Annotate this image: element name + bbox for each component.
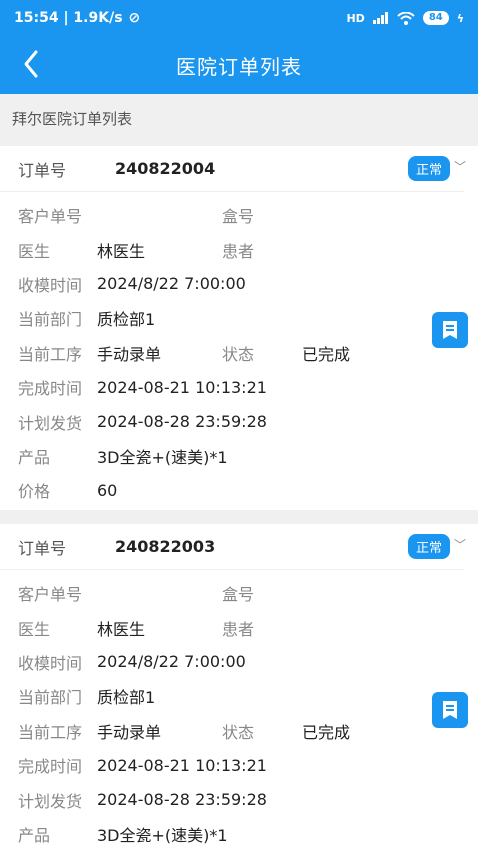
doctor-value: 林医生 [97,619,146,639]
page-title: 医院订单列表 [176,54,302,79]
order-no-label: 订单号 [18,160,67,180]
row-finish-time: 完成时间 2024-08-21 10:13:21 [0,370,478,404]
plan-ship-label: 计划发货 [18,791,83,811]
price-label: 价格 [18,482,51,502]
nav-bar: 医院订单列表 [0,36,478,94]
chevron-down-icon[interactable]: ﹀ [454,536,466,553]
current-process-label: 当前工序 [18,344,83,364]
order-no-value: 240822003 [115,537,216,556]
back-arrow-icon[interactable] [18,48,48,80]
box-no-label: 盒号 [222,207,255,227]
order-header: 订单号 240822004 正常 ﹀ [0,146,466,192]
product-label: 产品 [18,447,51,467]
note-icon [443,701,457,719]
wifi-icon [397,11,415,25]
current-dept-label: 当前部门 [18,310,83,330]
row-customer-box: 客户单号 盒号 [0,576,478,610]
plan-ship-value: 2024-08-28 23:59:28 [97,790,267,810]
finish-time-value: 2024-08-21 10:13:21 [97,755,267,775]
row-price: 价格 60 [0,473,478,507]
row-process-status: 当前工序 手动录单 状态 已完成 [0,714,478,748]
doctor-value: 林医生 [97,241,146,261]
product-value: 3D全瓷+(速美)*1 [97,447,228,467]
order-card[interactable]: 订单号 240822004 正常 ﹀ 客户单号 盒号 医生 林医生 患者 收模时… [0,146,478,510]
row-plan-ship: 计划发货 2024-08-28 23:59:28 [0,782,478,816]
charging-icon: ϟ [456,11,464,25]
row-receive-time: 收模时间 2024/8/22 7:00:00 [0,267,478,301]
row-product: 产品 3D全瓷+(速美)*1 [0,439,478,473]
row-process-status: 当前工序 手动录单 状态 已完成 [0,336,478,370]
status-badge[interactable]: 正常 [407,534,450,559]
row-doctor-patient: 医生 林医生 患者 [0,610,478,644]
alarm-off-icon: ⊘ [128,10,141,26]
price-value: 60 [97,480,118,500]
row-product: 产品 3D全瓷+(速美)*1 [0,817,478,850]
row-doctor-patient: 医生 林医生 患者 [0,232,478,266]
customer-no-label: 客户单号 [18,207,83,227]
battery-indicator: 84 [422,11,449,25]
patient-label: 患者 [222,241,255,261]
current-process-label: 当前工序 [18,722,83,742]
status-value: 已完成 [302,344,351,364]
row-current-dept: 当前部门 质检部1 [0,679,478,713]
product-label: 产品 [18,825,51,845]
status-label: 状态 [222,722,255,742]
order-header: 订单号 240822003 正常 ﹀ [0,524,466,570]
finish-time-value: 2024-08-21 10:13:21 [97,377,267,397]
status-value: 已完成 [302,722,351,742]
status-badge[interactable]: 正常 [407,156,450,181]
status-bar: 15:54 | 1.9K/s ⊘ HD 84 ϟ [0,0,478,36]
row-customer-box: 客户单号 盒号 [0,198,478,232]
receive-time-value: 2024/8/22 7:00:00 [97,274,246,294]
status-right: HD 84 ϟ [346,11,464,25]
signal-icon [372,12,388,24]
current-dept-label: 当前部门 [18,688,83,708]
finish-time-label: 完成时间 [18,757,83,777]
order-detail-button[interactable] [432,692,468,728]
plan-ship-label: 计划发货 [18,413,83,433]
row-finish-time: 完成时间 2024-08-21 10:13:21 [0,748,478,782]
hospital-list-header: 拜尔医院订单列表 [0,94,478,142]
order-detail-button[interactable] [432,312,468,348]
finish-time-label: 完成时间 [18,379,83,399]
order-no-label: 订单号 [18,538,67,558]
receive-time-label: 收模时间 [18,275,83,295]
plan-ship-value: 2024-08-28 23:59:28 [97,412,267,432]
status-time-speed: 15:54 | 1.9K/s [14,10,123,26]
doctor-label: 医生 [18,241,51,261]
receive-time-label: 收模时间 [18,653,83,673]
doctor-label: 医生 [18,619,51,639]
current-process-value: 手动录单 [97,344,162,364]
status-label: 状态 [222,344,255,364]
current-dept-value: 质检部1 [97,310,156,330]
row-receive-time: 收模时间 2024/8/22 7:00:00 [0,645,478,679]
note-icon [443,321,457,339]
box-no-label: 盒号 [222,585,255,605]
receive-time-value: 2024/8/22 7:00:00 [97,652,246,672]
chevron-down-icon[interactable]: ﹀ [454,158,466,175]
product-value: 3D全瓷+(速美)*1 [97,825,228,845]
patient-label: 患者 [222,619,255,639]
network-label: HD [346,11,365,25]
row-current-dept: 当前部门 质检部1 [0,301,478,335]
current-dept-value: 质检部1 [97,688,156,708]
current-process-value: 手动录单 [97,722,162,742]
row-plan-ship: 计划发货 2024-08-28 23:59:28 [0,404,478,438]
order-no-value: 240822004 [115,159,216,178]
order-card[interactable]: 订单号 240822003 正常 ﹀ 客户单号 盒号 医生 林医生 患者 收模时… [0,524,478,850]
customer-no-label: 客户单号 [18,585,83,605]
